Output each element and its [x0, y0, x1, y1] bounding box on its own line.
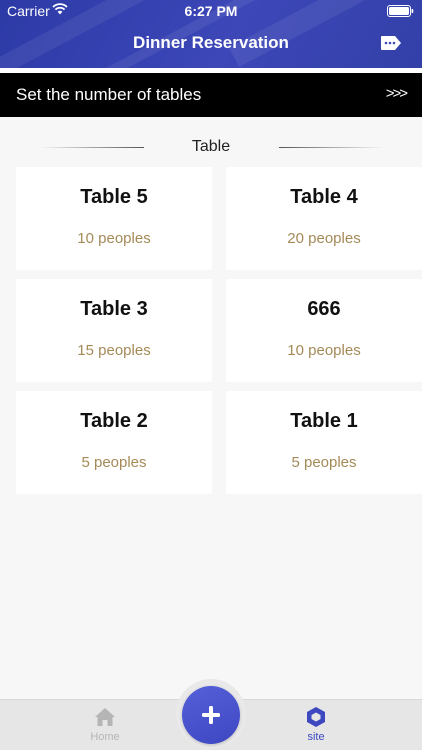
divider-right	[279, 147, 383, 148]
table-capacity: 10 peoples	[287, 342, 361, 359]
table-card[interactable]: Table 3 15 peoples	[16, 279, 212, 382]
table-name: Table 2	[80, 410, 148, 432]
status-time: 6:27 PM	[184, 3, 238, 19]
table-capacity: 15 peoples	[77, 342, 151, 359]
tab-site[interactable]: site	[281, 706, 351, 748]
add-button[interactable]	[182, 686, 240, 744]
home-icon	[95, 708, 115, 726]
table-name: Table 1	[290, 410, 358, 432]
table-capacity: 5 peoples	[291, 454, 357, 471]
tab-home-label: Home	[90, 731, 120, 743]
table-capacity: 5 peoples	[81, 454, 147, 471]
table-card[interactable]: Table 1 5 peoples	[226, 391, 422, 494]
nav-header: Carrier 6:27 PM Dinner Reservation	[0, 0, 422, 68]
table-name: 666	[307, 298, 341, 320]
section-header: Table	[0, 135, 422, 159]
status-bar: Carrier 6:27 PM	[0, 0, 422, 22]
set-tables-banner[interactable]: Set the number of tables >>>	[0, 73, 422, 117]
page-title: Dinner Reservation	[133, 33, 289, 52]
tab-home[interactable]: Home	[70, 706, 140, 748]
table-card[interactable]: 666 10 peoples	[226, 279, 422, 382]
hexagon-icon	[307, 707, 325, 727]
table-card[interactable]: Table 5 10 peoples	[16, 167, 212, 270]
table-name: Table 5	[80, 186, 148, 208]
table-card[interactable]: Table 4 20 peoples	[226, 167, 422, 270]
tab-site-label: site	[307, 731, 325, 743]
tag-arrow-icon[interactable]	[380, 35, 402, 51]
chevrons-right-icon: >>>	[385, 85, 408, 102]
table-name: Table 4	[290, 186, 358, 208]
banner-label: Set the number of tables	[16, 85, 202, 104]
table-capacity: 10 peoples	[77, 230, 151, 247]
plus-icon	[202, 706, 220, 724]
table-name: Table 3	[80, 298, 148, 320]
battery-icon	[387, 5, 414, 17]
table-capacity: 20 peoples	[287, 230, 361, 247]
table-card[interactable]: Table 2 5 peoples	[16, 391, 212, 494]
